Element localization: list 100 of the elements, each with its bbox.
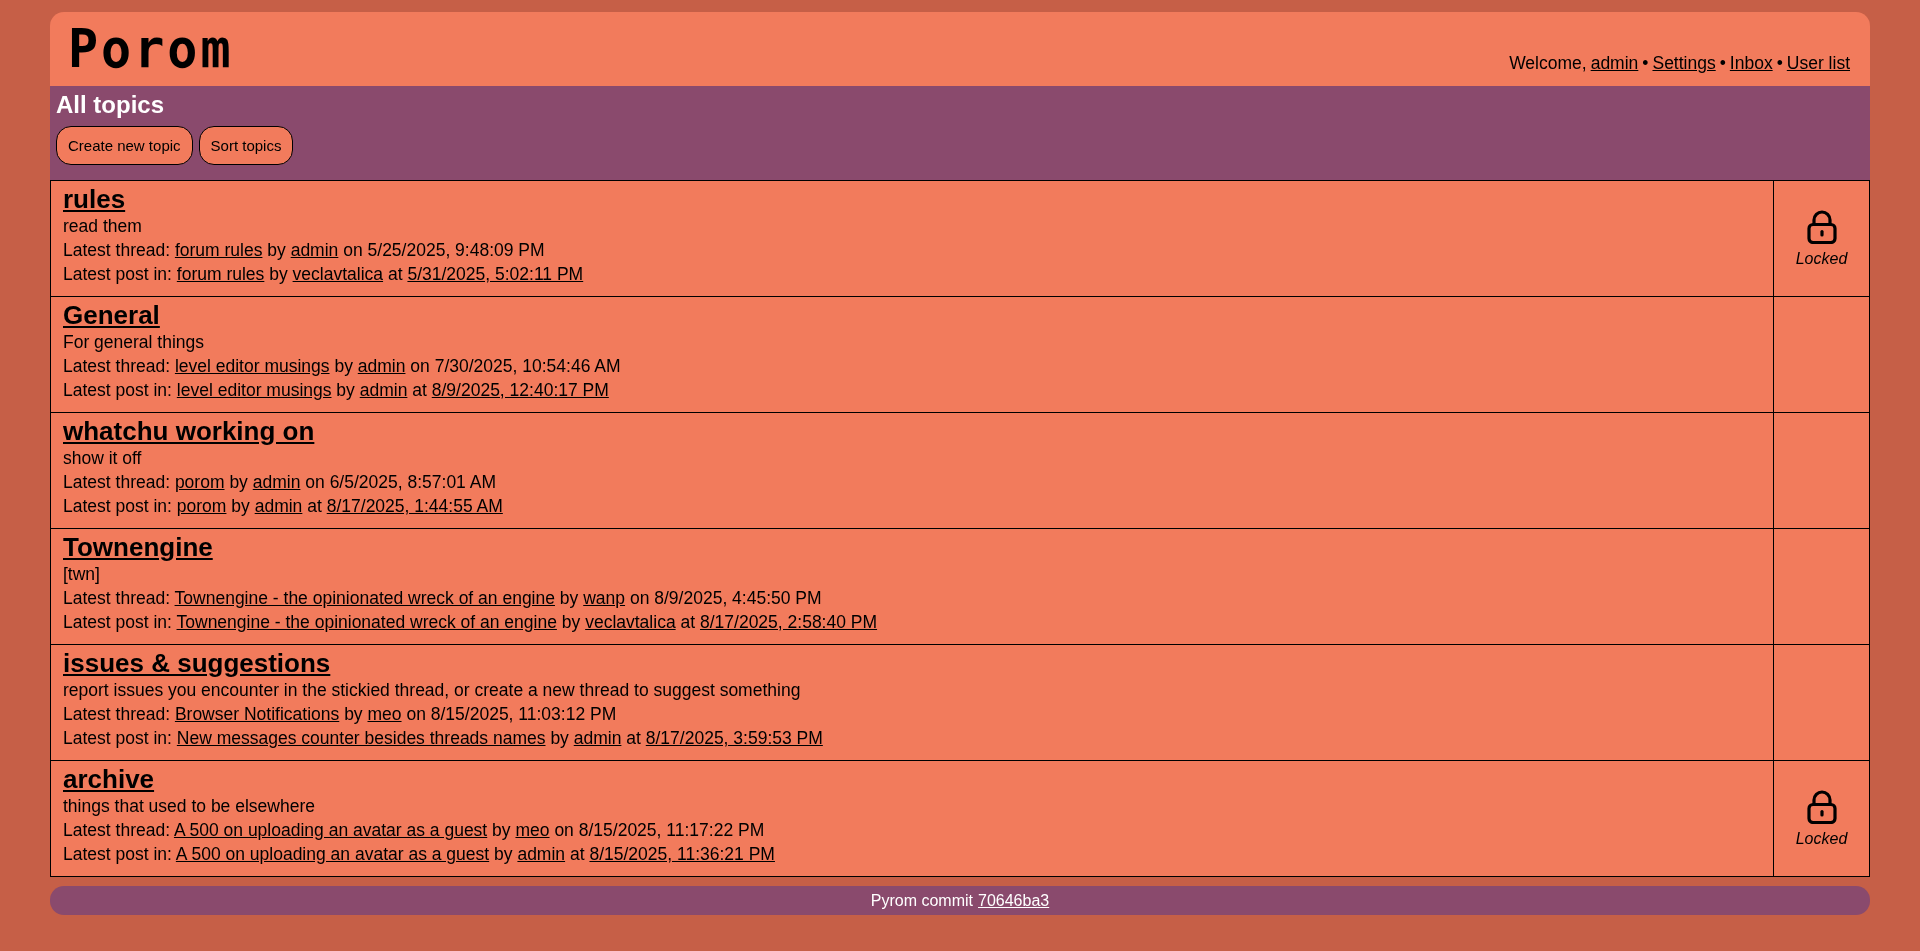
user-link[interactable]: admin [254,496,303,516]
site-logo: Porom [68,22,234,76]
topic-description: read them [63,215,143,238]
user-link[interactable]: veclavtalica [585,612,676,632]
topic-description: report issues you encounter in the stickied thread, or create a new thread to suggest something [63,679,802,702]
thread-link[interactable]: A 500 on uploading an avatar as a guest [175,844,490,864]
meta-label: Latest post in: [63,844,173,864]
topic-description: things that used to be elsewhere [63,795,316,818]
post-date-link[interactable]: 5/31/2025, 5:02:11 PM [407,264,584,284]
welcome-text: Welcome, [1509,53,1587,74]
thread-date: 8/15/2025, 11:17:22 PM [578,820,765,840]
thread-link[interactable]: level editor musings [176,380,332,400]
bullet-icon: • [1642,53,1649,74]
post-date-link[interactable]: 8/17/2025, 2:58:40 PM [700,612,878,632]
thread-date: 6/5/2025, 8:57:01 AM [329,472,496,492]
topic-title[interactable]: rules [63,185,126,213]
topic-description: show it off [63,447,143,470]
bullet-icon: • [1776,53,1783,74]
locked-label: Locked [1795,249,1848,268]
user-link[interactable]: admin [359,380,408,400]
lock-icon [1806,789,1837,824]
date-prefix: at [626,728,641,748]
meta-label: Latest post in: [63,264,173,284]
topic-title[interactable]: General [63,301,160,329]
by-text: by [267,240,286,260]
thread-link[interactable]: A 500 on uploading an avatar as a guest [173,820,488,840]
locked-label: Locked [1795,829,1848,848]
post-date-link[interactable]: 8/17/2025, 3:59:53 PM [645,728,823,748]
by-text: by [559,588,579,608]
meta-label: Latest post in: [63,496,173,516]
thread-link[interactable]: porom [176,496,227,516]
post-date-link[interactable]: 8/17/2025, 1:44:55 AM [326,496,503,516]
topic-title[interactable]: archive [63,765,155,793]
meta-label: Latest post in: [63,380,173,400]
date-prefix: at [412,380,427,400]
user-link[interactable]: admin [357,356,406,376]
nav-link[interactable]: Inbox [1729,53,1773,74]
date-prefix: at [569,844,585,864]
meta-label: Latest thread: [63,356,172,376]
by-text: by [229,472,248,492]
date-prefix: at [307,496,322,516]
topic-title[interactable]: whatchu working on [63,417,315,445]
post-date-link[interactable]: 8/15/2025, 11:36:21 PM [589,844,775,864]
date-prefix: on [406,704,426,724]
thread-link[interactable]: porom [174,472,225,492]
date-prefix: on [629,588,650,608]
meta-label: Latest thread: [63,240,172,260]
by-text: by [492,820,511,840]
username-link[interactable]: admin [1590,53,1639,74]
user-link[interactable]: wanp [583,588,626,608]
commit-link[interactable]: 70646ba3 [978,891,1050,910]
thread-date: 8/9/2025, 4:45:50 PM [654,588,822,608]
thread-link[interactable]: Townengine - the opinionated wreck of an engine [174,588,555,608]
action-button[interactable]: Create new topic [56,126,193,165]
meta-label: Latest post in: [63,612,173,632]
meta-label: Latest thread: [63,588,172,608]
meta-label: Latest thread: [63,472,172,492]
bullet-icon: • [1719,53,1726,74]
thread-link[interactable]: level editor musings [174,356,330,376]
thread-date: 7/30/2025, 10:54:46 AM [434,356,621,376]
thread-link[interactable]: Browser Notifications [174,704,340,724]
user-link[interactable]: admin [573,728,622,748]
user-link[interactable]: admin [290,240,339,260]
meta-label: Latest thread: [63,820,172,840]
user-link[interactable]: meo [515,820,550,840]
by-text: by [344,704,363,724]
user-link[interactable]: meo [367,704,402,724]
topic-description: For general things [63,331,206,354]
user-link[interactable]: admin [252,472,301,492]
thread-date: 5/25/2025, 9:48:09 PM [367,240,545,260]
topic-title[interactable]: issues & suggestions [63,649,331,677]
meta-label: Latest thread: [63,704,172,724]
by-text: by [336,380,355,400]
date-prefix: on [305,472,325,492]
topic-title[interactable]: Townengine [63,533,213,561]
date-prefix: on [554,820,574,840]
by-text: by [334,356,353,376]
topic-description: [twn] [63,563,101,586]
nav-link[interactable]: User list [1786,53,1850,74]
by-text: by [494,844,513,864]
action-button[interactable]: Sort topics [198,126,294,165]
thread-link[interactable]: forum rules [176,264,265,284]
by-text: by [561,612,581,632]
by-text: by [231,496,250,516]
thread-link[interactable]: Townengine - the opinionated wreck of an engine [176,612,557,632]
date-prefix: on [343,240,363,260]
date-prefix: on [410,356,430,376]
nav-link[interactable]: Settings [1652,53,1716,74]
user-link[interactable]: veclavtalica [292,264,384,284]
by-text: by [550,728,569,748]
lock-icon [1806,209,1837,244]
user-link[interactable]: admin [517,844,566,864]
date-prefix: at [680,612,696,632]
post-date-link[interactable]: 8/9/2025, 12:40:17 PM [431,380,609,400]
thread-link[interactable]: New messages counter besides threads names [176,728,546,748]
footer-text: Pyrom commit [870,891,973,910]
by-text: by [269,264,288,284]
page-title: All topics [56,90,165,120]
thread-link[interactable]: forum rules [174,240,263,260]
meta-label: Latest post in: [63,728,173,748]
